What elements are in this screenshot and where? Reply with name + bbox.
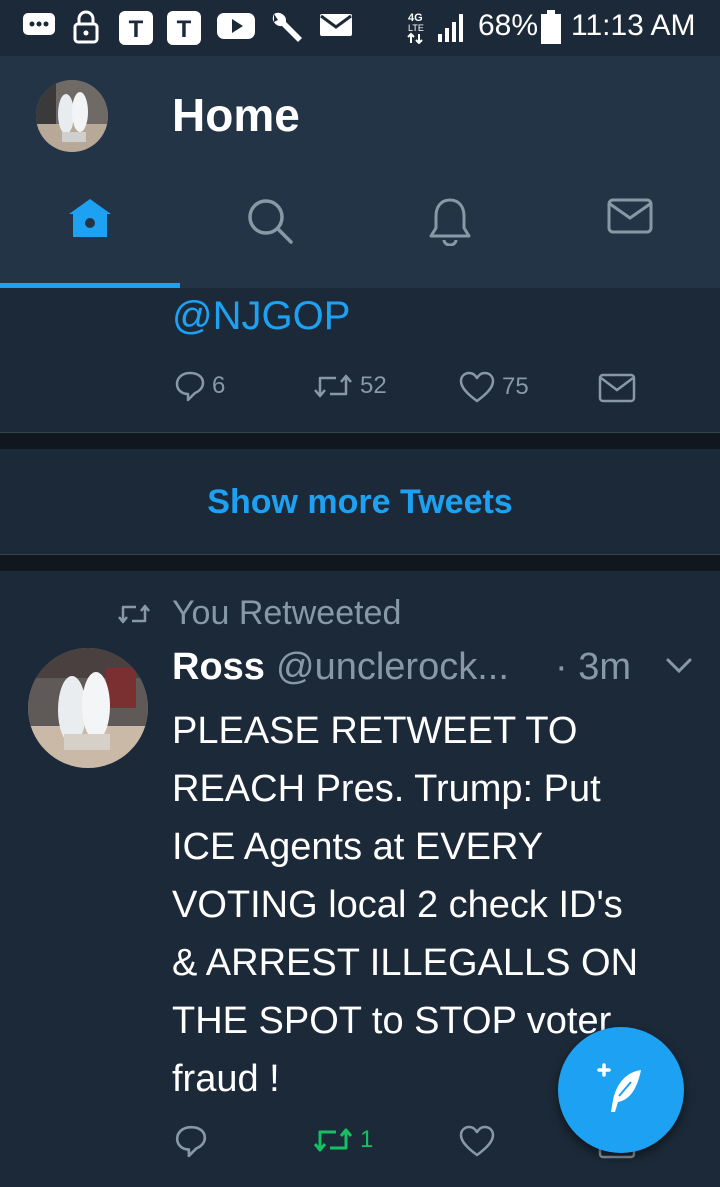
reply-button[interactable]: 6 — [174, 370, 225, 402]
network-4g-icon: 4G LTE — [407, 12, 424, 44]
retweet-icon — [314, 374, 352, 398]
compose-feather-icon — [597, 1063, 641, 1112]
reply-count: 6 — [212, 372, 226, 399]
svg-text:T: T — [177, 16, 192, 43]
heart-icon — [459, 371, 495, 403]
author-handle[interactable]: @unclerock... — [276, 646, 509, 689]
like-button[interactable] — [458, 1124, 496, 1158]
retweet-count: 1 — [360, 1126, 374, 1153]
youtube-icon — [217, 13, 255, 39]
home-icon — [69, 199, 111, 237]
author-name[interactable]: Ross — [172, 646, 265, 689]
like-count: 75 — [502, 373, 529, 400]
show-more-label: Show more Tweets — [207, 482, 513, 521]
tweet-timestamp: · 3m — [555, 646, 631, 688]
like-button[interactable]: 75 — [458, 370, 529, 404]
mail-icon — [598, 373, 636, 403]
page-title: Home — [172, 89, 300, 141]
retweet-count: 52 — [360, 372, 387, 399]
previous-tweet[interactable] — [0, 288, 720, 433]
reply-button[interactable] — [174, 1124, 208, 1158]
reply-icon — [175, 1125, 207, 1158]
svg-text:T: T — [129, 16, 144, 43]
tab-messages[interactable] — [540, 196, 720, 286]
search-icon — [248, 199, 293, 244]
tweet-text-line: REACH Pres. Trump: Put — [172, 768, 601, 810]
direct-message-button[interactable] — [598, 372, 636, 404]
app-t-icon: T — [119, 11, 153, 45]
tweet-mention-link[interactable]: @NJGOP — [172, 294, 350, 339]
compose-tweet-button[interactable] — [558, 1027, 684, 1153]
more-notifications-icon — [23, 13, 55, 35]
status-bar: T T 4G LTE 68% 11:13 AM — [0, 0, 720, 56]
email-notification-icon — [320, 14, 352, 36]
timeline-gap — [0, 433, 720, 449]
tweet-text-line: PLEASE RETWEET TO — [172, 710, 578, 752]
reply-icon — [175, 371, 205, 402]
lock-icon — [73, 10, 99, 44]
tweet-text-line: & ARREST ILLEGALLS ON — [172, 942, 639, 984]
tweet-text-line: ICE Agents at EVERY — [172, 826, 544, 868]
battery-icon — [541, 10, 561, 44]
retweet-button[interactable]: 52 — [312, 370, 387, 402]
wrench-icon — [272, 12, 302, 42]
clock: 11:13 AM — [571, 9, 696, 42]
chevron-down-icon[interactable] — [664, 656, 694, 676]
retweet-icon — [313, 1128, 353, 1152]
bell-icon — [429, 198, 471, 246]
signal-icon — [438, 14, 463, 42]
retweet-button[interactable]: 1 — [312, 1124, 373, 1156]
app-t-icon: T — [167, 11, 201, 45]
tab-home[interactable] — [0, 196, 180, 286]
show-more-tweets-button[interactable]: Show more Tweets — [0, 449, 720, 555]
author-avatar[interactable] — [28, 648, 148, 768]
tab-notifications[interactable] — [360, 196, 540, 286]
timeline-gap — [0, 555, 720, 571]
retweet-context: You Retweeted — [172, 594, 402, 632]
heart-icon — [459, 1125, 495, 1157]
mail-icon — [607, 198, 653, 234]
profile-avatar[interactable] — [36, 80, 108, 152]
svg-text:LTE: LTE — [408, 23, 424, 33]
battery-percent: 68% — [478, 9, 539, 42]
tab-search[interactable] — [180, 196, 360, 286]
retweet-icon — [118, 604, 150, 624]
tweet-text-line: VOTING local 2 check ID's — [172, 884, 623, 926]
